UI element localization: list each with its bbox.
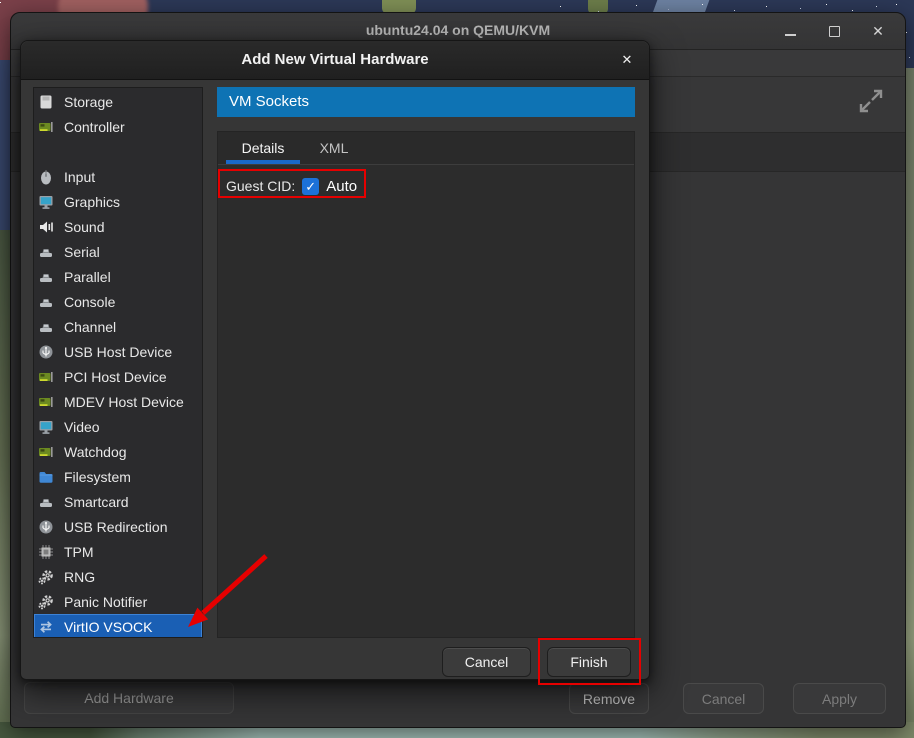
maximize-icon	[829, 26, 840, 37]
sidebar-item-parallel[interactable]: Parallel	[34, 264, 202, 289]
sync-arrows-icon	[38, 619, 54, 635]
usb-icon	[38, 344, 54, 360]
sidebar-item-label: Input	[64, 169, 95, 185]
chip-icon	[38, 544, 54, 560]
minimize-icon	[785, 34, 796, 36]
close-icon: ✕	[622, 52, 633, 68]
add-hardware-dialog: Add New Virtual Hardware ✕ Storage Contro…	[20, 40, 650, 680]
remove-button[interactable]: Remove	[569, 683, 649, 714]
apply-button[interactable]: Apply	[793, 683, 886, 714]
hardware-type-list: Storage Controller Input Graphics Sound Seria…	[33, 87, 203, 638]
dialog-finish-button[interactable]: Finish	[547, 647, 631, 677]
sidebar-item-video[interactable]: Video	[34, 414, 202, 439]
dialog-cancel-button[interactable]: Cancel	[442, 647, 531, 677]
usb-icon	[38, 519, 54, 535]
sidebar-item-graphics[interactable]: Graphics	[34, 189, 202, 214]
panel-header: VM Sockets	[217, 87, 635, 117]
sidebar-item-mdev-host-device[interactable]: MDEV Host Device	[34, 389, 202, 414]
close-icon: ✕	[872, 24, 884, 38]
sidebar-item-label: PCI Host Device	[64, 369, 167, 385]
monitor-icon	[38, 194, 54, 210]
serial-port-icon	[38, 294, 54, 310]
sidebar-item-sound[interactable]: Sound	[34, 214, 202, 239]
sidebar-item-label: TPM	[64, 544, 94, 560]
sidebar-item-label: Panic Notifier	[64, 594, 147, 610]
sidebar-item-label: Watchdog	[64, 444, 127, 460]
sidebar-item-rng[interactable]: RNG	[34, 564, 202, 589]
folder-icon	[38, 469, 54, 485]
vm-cancel-button[interactable]: Cancel	[683, 683, 764, 714]
sidebar-item-label: Smartcard	[64, 494, 129, 510]
sidebar-item-label: MDEV Host Device	[64, 394, 184, 410]
speaker-icon	[38, 219, 54, 235]
auto-checkbox[interactable]: ✓	[302, 178, 319, 195]
sidebar-item-label: Controller	[64, 119, 125, 135]
pci-card-icon	[38, 444, 54, 460]
guest-cid-label: Guest CID:	[226, 178, 295, 194]
vm-window-title: ubuntu24.04 on QEMU/KVM	[11, 22, 905, 38]
pci-card-icon	[38, 119, 54, 135]
sidebar-item-filesystem[interactable]: Filesystem	[34, 464, 202, 489]
sidebar-item-pci-host-device[interactable]: PCI Host Device	[34, 364, 202, 389]
tab-details[interactable]: Details	[226, 132, 300, 164]
sidebar-item-label: Filesystem	[64, 469, 131, 485]
sidebar-item-label: Graphics	[64, 194, 120, 210]
sidebar-item-smartcard[interactable]: Smartcard	[34, 489, 202, 514]
sidebar-item-input[interactable]: Input	[34, 164, 202, 189]
dialog-titlebar[interactable]: Add New Virtual Hardware ✕	[21, 41, 649, 80]
dialog-close-button[interactable]: ✕	[615, 49, 639, 71]
dialog-title: Add New Virtual Hardware	[21, 51, 649, 68]
sidebar-item-label: VirtIO VSOCK	[64, 619, 152, 635]
sidebar-item-label: USB Host Device	[64, 344, 172, 360]
gears-icon	[38, 569, 54, 585]
sidebar-item-label: Console	[64, 294, 115, 310]
monitor-icon	[38, 419, 54, 435]
sidebar-item-tpm[interactable]: TPM	[34, 539, 202, 564]
empty-icon	[38, 144, 54, 160]
sidebar-item-label: Parallel	[64, 269, 111, 285]
fullscreen-expand-icon[interactable]	[853, 83, 889, 119]
sidebar-item-storage[interactable]: Storage	[34, 89, 202, 114]
mouse-icon	[38, 169, 54, 185]
sidebar-item-label: Serial	[64, 244, 100, 260]
gears-icon	[38, 594, 54, 610]
panel-body: Details XML Guest CID: ✓ Auto	[217, 131, 635, 638]
serial-port-icon	[38, 244, 54, 260]
sidebar-item-console[interactable]: Console	[34, 289, 202, 314]
disk-icon	[38, 94, 54, 110]
maximize-button[interactable]	[823, 21, 845, 41]
auto-checkbox-label: Auto	[326, 178, 357, 195]
sidebar-item-label: USB Redirection	[64, 519, 168, 535]
sidebar-item-label: Sound	[64, 219, 104, 235]
sidebar-item-virtio-vsock[interactable]: VirtIO VSOCK	[34, 614, 202, 638]
sidebar-item-label: Channel	[64, 319, 116, 335]
wallpaper-stars	[0, 2, 1, 3]
sidebar-item-channel[interactable]: Channel	[34, 314, 202, 339]
close-button[interactable]: ✕	[867, 21, 889, 41]
sidebar-item-controller[interactable]: Controller	[34, 114, 202, 139]
screen: ubuntu24.04 on QEMU/KVM ✕ Add Hardware R…	[0, 0, 914, 738]
tabs-bar: Details XML	[218, 132, 634, 165]
add-hardware-button[interactable]: Add Hardware	[24, 682, 234, 714]
minimize-button[interactable]	[779, 21, 801, 41]
check-icon: ✓	[305, 180, 316, 193]
sidebar-item-serial[interactable]: Serial	[34, 239, 202, 264]
serial-port-icon	[38, 494, 54, 510]
sidebar-item-usb-host-device[interactable]: USB Host Device	[34, 339, 202, 364]
sidebar-item-label: Storage	[64, 94, 113, 110]
pci-card-icon	[38, 394, 54, 410]
sidebar-item-watchdog[interactable]: Watchdog	[34, 439, 202, 464]
sidebar-item-panic-notifier[interactable]: Panic Notifier	[34, 589, 202, 614]
serial-port-icon	[38, 319, 54, 335]
guest-cid-row: Guest CID: ✓ Auto	[226, 173, 357, 199]
sidebar-item-usb-redirection[interactable]: USB Redirection	[34, 514, 202, 539]
serial-port-icon	[38, 269, 54, 285]
tab-xml[interactable]: XML	[310, 132, 358, 164]
sidebar-item-label: Video	[64, 419, 100, 435]
pci-card-icon	[38, 369, 54, 385]
sidebar-item-label: RNG	[64, 569, 95, 585]
sidebar-item-spacer	[34, 139, 202, 164]
